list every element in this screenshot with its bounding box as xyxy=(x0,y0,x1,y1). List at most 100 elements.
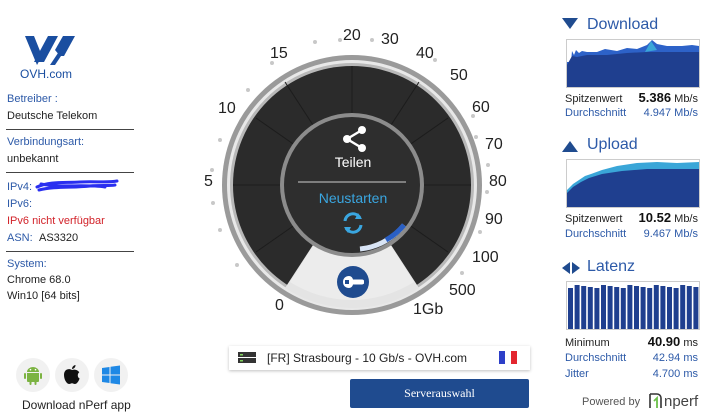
latency-min-row: Minimum 40.90 ms xyxy=(565,334,698,349)
latency-bar xyxy=(667,287,672,329)
apple-app-button[interactable] xyxy=(55,358,89,392)
ovh-brand-text: OVH.com xyxy=(20,67,73,81)
server-name: [FR] Strasbourg - 10 Gb/s - OVH.com xyxy=(267,351,468,365)
upload-peak-label: Spitzenwert xyxy=(565,213,623,225)
latency-min-value: 40.90 xyxy=(647,334,681,349)
france-flag-icon xyxy=(499,351,517,364)
download-peak-label: Spitzenwert xyxy=(565,93,623,105)
latency-bar xyxy=(607,286,613,329)
latency-arrows-icon xyxy=(562,262,580,274)
selected-server-bar[interactable]: [FR] Strasbourg - 10 Gb/s - OVH.com xyxy=(229,346,530,370)
jitter-label: Jitter xyxy=(565,368,589,380)
ipv6-label: IPv6: xyxy=(7,198,33,210)
android-app-button[interactable] xyxy=(16,358,50,392)
gauge-label-500: 500 xyxy=(449,282,476,299)
refresh-icon xyxy=(343,212,363,234)
latency-avg-row: Durchschnitt 42.94 ms xyxy=(565,352,698,364)
latency-bar xyxy=(640,287,646,329)
upload-peak-value: 10.52 xyxy=(638,210,672,225)
latency-bar xyxy=(581,286,587,329)
server-select-button[interactable]: Serverauswahl xyxy=(350,379,529,408)
gauge-label-40: 40 xyxy=(416,45,434,62)
gauge-label-80: 80 xyxy=(489,173,507,190)
nperf-brand-text: nperf xyxy=(664,392,699,410)
latency-title: Latenz xyxy=(587,258,636,275)
download-app-label: Download nPerf app xyxy=(22,398,131,412)
latency-bar xyxy=(601,285,606,329)
gauge-label-30: 30 xyxy=(381,31,399,48)
download-peak-row: Spitzenwert 5.386 Mb/s xyxy=(565,90,698,105)
latency-graph xyxy=(566,281,700,330)
apple-icon xyxy=(64,365,80,384)
server-icon xyxy=(238,352,256,363)
download-avg-value: 4.947 Mb/s xyxy=(643,107,698,119)
connection-type-value: unbekannt xyxy=(7,153,59,165)
gauge-label-10: 10 xyxy=(218,100,236,117)
gauge-label-90: 90 xyxy=(485,211,503,228)
latency-bar xyxy=(574,285,580,329)
latency-bar xyxy=(660,286,666,329)
latency-bar xyxy=(627,285,633,329)
connection-info-panel: OVH.com Betreiber : Deutsche Telekom Ver… xyxy=(0,0,145,420)
jitter-value: 4.700 ms xyxy=(652,368,698,380)
upload-triangle-icon xyxy=(562,141,578,153)
latency-bar xyxy=(587,287,593,329)
asn-label: ASN: xyxy=(7,232,33,244)
android-icon xyxy=(24,367,42,385)
asn-value: AS3320 xyxy=(39,232,79,244)
gauge-label-70: 70 xyxy=(485,136,503,153)
ipv4-redacted-scribble xyxy=(35,178,120,194)
latency-bar xyxy=(634,286,639,329)
restart-button[interactable]: Neustarten xyxy=(308,190,398,240)
upload-avg-label: Durchschnitt xyxy=(565,228,627,240)
upload-peak-unit: Mb/s xyxy=(674,213,698,225)
latency-avg-value: 42.94 ms xyxy=(652,352,698,364)
powered-by-label: Powered by xyxy=(582,396,641,408)
gauge-label-60: 60 xyxy=(472,99,490,116)
gauge-label-5: 5 xyxy=(204,173,213,190)
ipv4-label: IPv4: xyxy=(7,181,33,193)
isp-value: Deutsche Telekom xyxy=(7,110,98,122)
nperf-logo[interactable]: nperf xyxy=(647,392,698,410)
latency-bar xyxy=(568,288,573,329)
latency-bar xyxy=(647,288,653,329)
download-peak-value: 5.386 xyxy=(638,90,672,105)
upload-graph xyxy=(566,159,700,208)
download-avg-row: Durchschnitt 4.947 Mb/s xyxy=(565,107,698,119)
latency-min-label: Minimum xyxy=(565,337,610,349)
gauge-label-50: 50 xyxy=(450,67,468,84)
gauge-label-1gb: 1Gb xyxy=(413,301,444,318)
upload-avg-value: 9.467 Mb/s xyxy=(643,228,698,240)
settings-button[interactable] xyxy=(337,266,369,298)
wrench-icon xyxy=(343,276,364,288)
latency-bar xyxy=(693,287,699,329)
upload-avg-row: Durchschnitt 9.467 Mb/s xyxy=(565,228,698,240)
isp-label: Betreiber : xyxy=(7,93,58,105)
latency-bar xyxy=(686,286,692,329)
latency-avg-label: Durchschnitt xyxy=(565,352,627,364)
latency-bar xyxy=(673,288,679,329)
share-button[interactable]: Teilen xyxy=(318,122,388,172)
ipv6-status: IPv6 nicht verfügbar xyxy=(7,215,105,227)
gauge-label-20: 20 xyxy=(343,27,361,44)
nperf-logo-icon xyxy=(649,393,662,408)
system-label: System: xyxy=(7,258,47,270)
divider xyxy=(6,129,134,130)
ovh-logo-icon xyxy=(20,32,80,68)
os-value: Win10 [64 bits] xyxy=(7,290,80,302)
jitter-row: Jitter 4.700 ms xyxy=(565,368,698,380)
download-peak-unit: Mb/s xyxy=(674,93,698,105)
latency-min-unit: ms xyxy=(683,337,698,349)
restart-label: Neustarten xyxy=(318,190,388,206)
share-icon xyxy=(343,126,366,152)
gauge-label-0: 0 xyxy=(275,297,284,314)
windows-app-button[interactable] xyxy=(94,358,128,392)
latency-bar xyxy=(614,287,620,329)
divider xyxy=(6,251,134,252)
gauge-label-15: 15 xyxy=(270,45,288,62)
download-graph xyxy=(566,39,700,88)
connection-type-label: Verbindungsart: xyxy=(7,136,85,148)
browser-value: Chrome 68.0 xyxy=(7,274,71,286)
download-title: Download xyxy=(587,16,659,33)
download-triangle-icon xyxy=(562,18,578,30)
